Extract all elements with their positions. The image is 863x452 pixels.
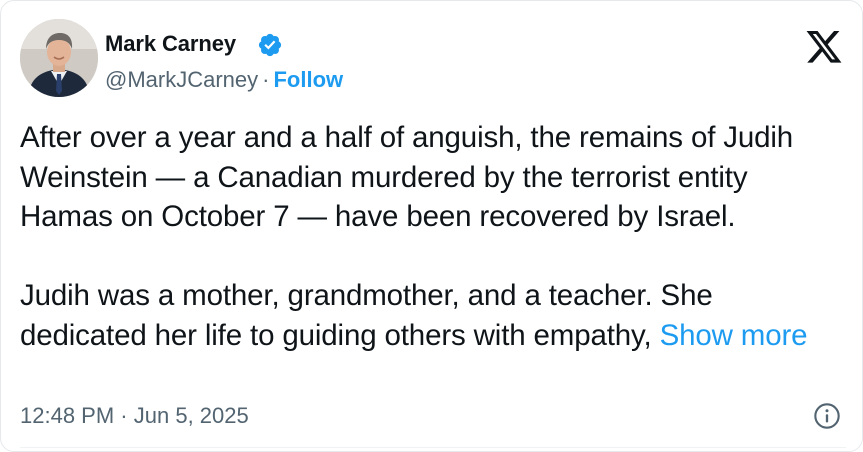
tweet-paragraph-text: Judih was a mother, grandmother, and a t… <box>20 279 713 352</box>
avatar[interactable] <box>20 19 98 97</box>
verified-badge-icon <box>258 33 282 57</box>
tweet-text: After over a year and a half of anguish,… <box>20 118 840 355</box>
x-logo-icon[interactable] <box>805 31 843 63</box>
follow-button[interactable]: Follow <box>273 67 343 92</box>
divider <box>20 447 846 448</box>
separator-dot: · <box>262 67 270 92</box>
author-name[interactable]: Mark Carney <box>105 31 236 57</box>
tweet-paragraph: Judih was a mother, grandmother, and a t… <box>20 276 840 355</box>
tweet-date: Jun 5, 2025 <box>133 403 249 428</box>
tweet-time: 12:48 PM <box>20 403 115 428</box>
author-handle[interactable]: @MarkJCarney <box>105 67 258 92</box>
handle-row: @MarkJCarney · Follow <box>105 67 343 93</box>
avatar-photo-icon <box>20 19 98 97</box>
tweet-embed-card: Mark Carney @MarkJCarney · Follow After ov… <box>0 0 863 452</box>
tweet-paragraph: After over a year and a half of anguish,… <box>20 121 794 233</box>
timestamp[interactable]: 12:48 PM · Jun 5, 2025 <box>20 403 249 429</box>
show-more-link[interactable]: Show more <box>660 319 808 352</box>
separator-dot: · <box>120 403 128 428</box>
info-icon[interactable] <box>813 402 841 430</box>
